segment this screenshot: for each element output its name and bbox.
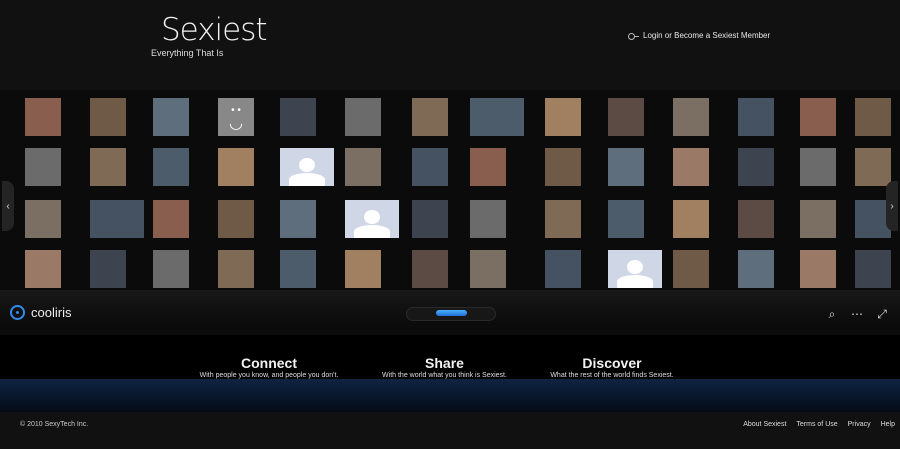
profile-photo-tile[interactable]: [90, 148, 126, 186]
profile-photo-tile[interactable]: [25, 200, 61, 238]
key-icon: [628, 32, 639, 40]
profile-photo-tile[interactable]: [545, 250, 581, 288]
profile-photo-tile[interactable]: [412, 250, 448, 288]
profile-photo-tile[interactable]: [90, 98, 126, 136]
profile-photo-tile[interactable]: [218, 250, 254, 288]
site-header: Sexiest Everything That Is Login or Beco…: [0, 0, 900, 90]
right-arrow-icon[interactable]: ›: [886, 181, 898, 231]
share-icon[interactable]: ⋯: [851, 307, 863, 321]
feature-title: Share: [425, 355, 464, 371]
profile-photo-tile[interactable]: [280, 250, 316, 288]
feature-title: Discover: [582, 355, 642, 371]
site-logo[interactable]: Sexiest: [161, 12, 268, 48]
feature-connect: Connect With people you know, and people…: [196, 355, 342, 379]
profile-photo-tile[interactable]: [218, 200, 254, 238]
footer-link-help[interactable]: Help: [881, 421, 895, 428]
profile-photo-tile[interactable]: [25, 250, 61, 288]
footer-link-terms[interactable]: Terms of Use: [796, 421, 837, 428]
profile-photo-tile[interactable]: [90, 250, 126, 288]
default-avatar-tile[interactable]: [608, 250, 662, 288]
feature-discover: Discover What the rest of the world find…: [547, 355, 677, 379]
profile-photo-tile[interactable]: [608, 148, 644, 186]
feature-subtitle: With the world what you think is Sexiest…: [382, 372, 507, 379]
profile-photo-tile[interactable]: [673, 98, 709, 136]
profile-photo-tile[interactable]: [153, 98, 189, 136]
profile-photo-tile[interactable]: [470, 200, 506, 238]
profile-photo-tile[interactable]: [90, 200, 144, 238]
copyright: © 2010 SexyTech Inc.: [20, 421, 89, 428]
profile-photo-tile[interactable]: [345, 98, 381, 136]
feature-share: Share With the world what you think is S…: [378, 355, 511, 379]
profile-photo-tile[interactable]: [800, 98, 836, 136]
fullscreen-icon[interactable]: ⤢: [876, 307, 888, 321]
photo-row: [0, 148, 900, 188]
site-footer: © 2010 SexyTech Inc. About Sexiest Terms…: [0, 412, 900, 449]
profile-photo-tile[interactable]: [280, 200, 316, 238]
profile-photo-tile[interactable]: [470, 250, 506, 288]
profile-photo-tile[interactable]: [673, 250, 709, 288]
profile-photo-tile[interactable]: [545, 98, 581, 136]
profile-photo-tile[interactable]: [470, 98, 524, 136]
profile-photo-tile[interactable]: [345, 148, 381, 186]
profile-photo-tile[interactable]: [153, 250, 189, 288]
feature-subtitle: With people you know, and people you don…: [199, 372, 339, 379]
default-avatar-tile[interactable]: [280, 148, 334, 186]
wall-scroll-slider[interactable]: [406, 307, 496, 321]
profile-photo-tile[interactable]: [280, 98, 316, 136]
profile-photo-tile[interactable]: [800, 200, 836, 238]
profile-photo-tile[interactable]: [800, 148, 836, 186]
profile-photo-tile[interactable]: [608, 200, 644, 238]
slider-thumb[interactable]: [436, 310, 467, 316]
profile-photo-tile[interactable]: [218, 148, 254, 186]
profile-photo-tile[interactable]: [673, 148, 709, 186]
profile-photo-tile[interactable]: [738, 98, 774, 136]
login-link[interactable]: Login or Become a Sexiest Member: [628, 31, 770, 40]
profile-photo-tile[interactable]: [25, 148, 61, 186]
profile-photo-tile[interactable]: [608, 98, 644, 136]
feature-strip: Connect With people you know, and people…: [0, 335, 900, 380]
profile-photo-tile[interactable]: [855, 98, 891, 136]
site-tagline: Everything That Is: [151, 48, 224, 58]
profile-photo-tile[interactable]: [345, 250, 381, 288]
cooliris-icon: [10, 305, 25, 320]
profile-photo-tile[interactable]: [545, 200, 581, 238]
feature-subtitle: What the rest of the world finds Sexiest…: [550, 372, 674, 379]
smiley-avatar-tile[interactable]: [218, 98, 254, 136]
profile-photo-tile[interactable]: [153, 148, 189, 186]
profile-photo-tile[interactable]: [545, 148, 581, 186]
left-arrow-icon[interactable]: ‹: [2, 181, 14, 231]
login-text: Login or Become a Sexiest Member: [643, 31, 771, 40]
profile-photo-tile[interactable]: [412, 98, 448, 136]
footer-link-privacy[interactable]: Privacy: [848, 421, 871, 428]
cooliris-logo[interactable]: cooliris: [10, 305, 71, 320]
blue-band: [0, 379, 900, 412]
profile-photo-tile[interactable]: [412, 200, 448, 238]
profile-photo-tile[interactable]: [855, 250, 891, 288]
profile-photo-tile[interactable]: [738, 148, 774, 186]
wall-tools: ⌕ ⋯ ⤢: [826, 307, 888, 322]
profile-photo-tile[interactable]: [673, 200, 709, 238]
photo-wall[interactable]: [0, 90, 900, 335]
photo-row: [0, 200, 900, 240]
profile-photo-tile[interactable]: [855, 148, 891, 186]
footer-link-about[interactable]: About Sexiest: [743, 421, 786, 428]
profile-photo-tile[interactable]: [738, 200, 774, 238]
cooliris-label: cooliris: [31, 305, 72, 320]
profile-photo-tile[interactable]: [25, 98, 61, 136]
search-icon[interactable]: ⌕: [826, 307, 838, 321]
profile-photo-tile[interactable]: [800, 250, 836, 288]
photo-row: [0, 98, 900, 138]
feature-title: Connect: [241, 355, 297, 371]
profile-photo-tile[interactable]: [153, 200, 189, 238]
footer-links: About Sexiest Terms of Use Privacy Help: [743, 421, 895, 428]
profile-photo-tile[interactable]: [412, 148, 448, 186]
photo-row: [0, 250, 900, 290]
profile-photo-tile[interactable]: [738, 250, 774, 288]
profile-photo-tile[interactable]: [470, 148, 506, 186]
default-avatar-tile[interactable]: [345, 200, 399, 238]
